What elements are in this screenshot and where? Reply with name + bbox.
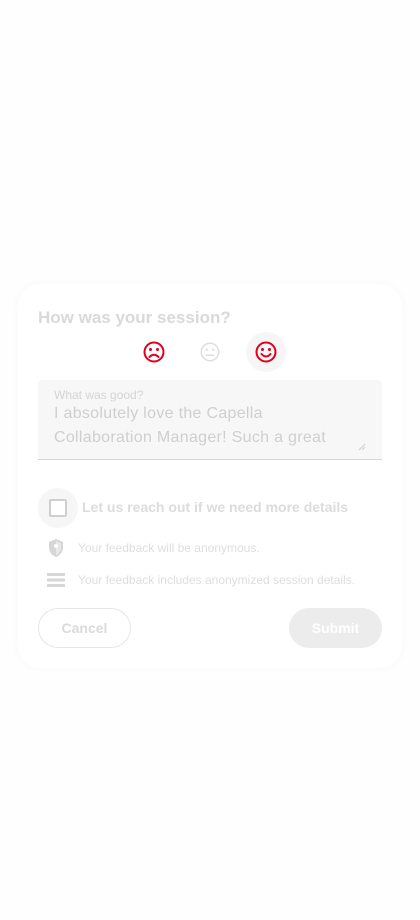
contact-checkbox[interactable] [49,499,67,517]
rating-neutral-button[interactable] [190,332,230,372]
list-icon [47,573,65,587]
resize-handle-icon[interactable] [358,443,366,451]
smile-icon [255,341,277,363]
contact-checkbox-label[interactable]: Let us reach out if we need more details [82,499,348,515]
neutral-face-icon [200,342,220,362]
submit-button[interactable]: Submit [289,608,382,648]
cancel-button[interactable]: Cancel [38,608,131,648]
anonymity-info-text: Your feedback will be anonymous. [78,541,260,555]
feedback-field-label: What was good? [54,388,144,402]
shield-icon [49,539,63,557]
feedback-textarea[interactable]: What was good? I absolutely love the Cap… [38,380,382,460]
feedback-dialog: How was your session? What was good? I a… [18,284,402,668]
frown-icon [143,341,165,363]
page-backdrop: How was your session? What was good? I a… [0,0,420,920]
session-details-info-text: Your feedback includes anonymized sessio… [78,573,356,587]
anonymity-info: Your feedback will be anonymous. [46,536,386,560]
dialog-title: How was your session? [38,308,231,327]
session-details-info: Your feedback includes anonymized sessio… [46,568,386,592]
rating-good-button[interactable] [246,332,286,372]
feedback-field-value[interactable]: I absolutely love the Capella Collaborat… [54,402,354,450]
session-rating [18,332,402,372]
rating-bad-button[interactable] [134,332,174,372]
contact-permission-row[interactable]: Let us reach out if we need more details [38,488,382,528]
